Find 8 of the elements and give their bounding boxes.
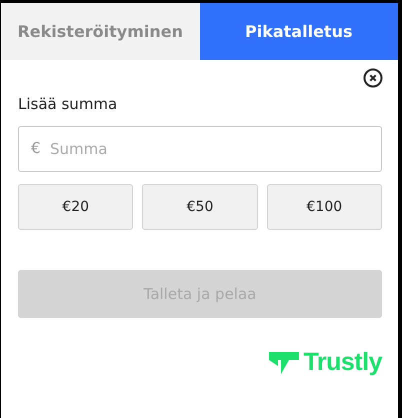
trustly-logo: Trustly — [268, 348, 382, 377]
tab[interactable]: Pikatalletus — [200, 3, 398, 60]
currency-symbol: € — [31, 139, 41, 157]
amount-button[interactable]: €50 — [142, 184, 258, 230]
amount-button[interactable]: €100 — [266, 184, 382, 230]
field-label: Lisää summa — [18, 95, 118, 113]
amount-button[interactable]: €20 — [18, 184, 134, 230]
close-icon[interactable] — [363, 68, 383, 88]
